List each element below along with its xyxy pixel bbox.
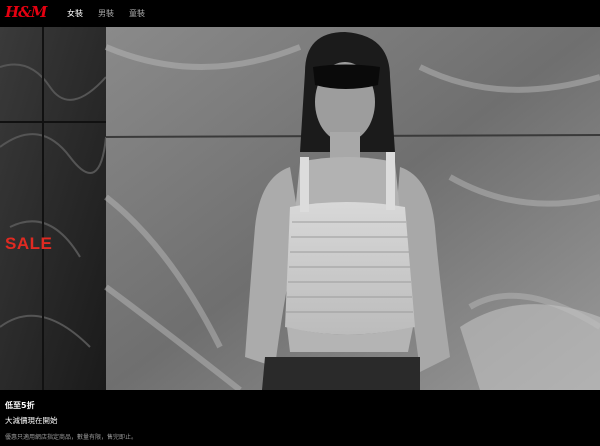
promo-section: 低至5折 大減價現在開始 優惠只適用網店指定商品，數量有限，售完即止。 <box>0 390 600 446</box>
promo-subtitle: 大減價現在開始 <box>5 416 58 425</box>
hm-logo[interactable]: H&M <box>5 3 47 21</box>
nav-item-men[interactable]: 男裝 <box>98 8 114 19</box>
nav-item-kids[interactable]: 童裝 <box>129 8 145 19</box>
promo-title[interactable]: 低至5折 <box>5 400 35 411</box>
main-nav: 女裝 男裝 童裝 <box>67 8 145 19</box>
hero-image <box>0 27 600 390</box>
hero-banner[interactable]: SALE <box>0 27 600 390</box>
sale-label: SALE <box>5 234 53 253</box>
promo-disclaimer: 優惠只適用網店指定商品，數量有限，售完即止。 <box>5 434 138 441</box>
top-header: H&M 女裝 男裝 童裝 <box>0 0 600 27</box>
nav-item-women[interactable]: 女裝 <box>67 8 83 19</box>
